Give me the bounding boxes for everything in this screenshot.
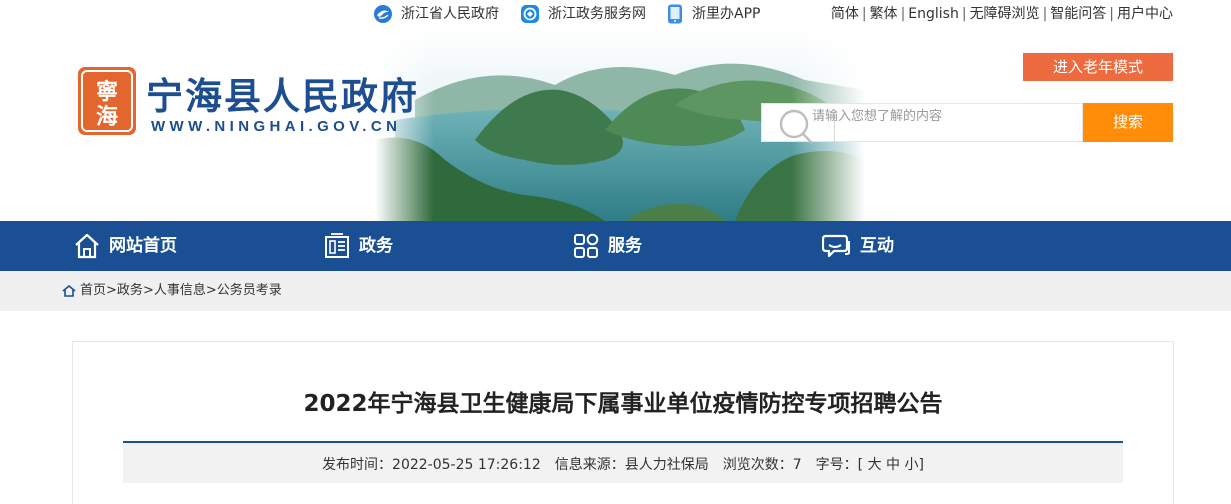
site-name-title: 宁海县人民政府	[146, 74, 419, 118]
article-panel: 2022年宁海县卫生健康局下属事业单位疫情防控专项招聘公告 发布时间：2022-…	[72, 341, 1174, 504]
breadcrumb-home[interactable]: 首页	[80, 283, 106, 298]
breadcrumb: 首页>政务>人事信息>公务员考录	[62, 281, 282, 302]
home-icon	[75, 233, 99, 259]
article-meta: 发布时间：2022-05-25 17:26:12 信息来源：县人力社保局 浏览次数：…	[123, 443, 1123, 483]
font-size-medium[interactable]: 中	[886, 457, 900, 473]
nav-item-service[interactable]: 服务	[572, 221, 642, 271]
breadcrumb-civil-servant-exam[interactable]: 公务员考录	[217, 283, 282, 298]
source-value: 县人力社保局	[624, 457, 709, 473]
chat-icon	[822, 234, 850, 258]
zhejiang-gov-icon	[374, 5, 392, 23]
svg-text:寧: 寧	[96, 79, 118, 105]
nav-item-home-label: 网站首页	[109, 236, 177, 256]
font-size-small[interactable]: 小	[904, 457, 918, 473]
nav-item-service-label: 服务	[608, 236, 642, 256]
util-separator: |	[961, 6, 967, 22]
breadcrumb-separator: >	[142, 283, 154, 298]
nav-item-interaction-label: 互动	[860, 236, 894, 256]
svg-text:海: 海	[96, 104, 118, 130]
publish-time-label: 发布时间：	[322, 457, 393, 473]
zj-service-icon	[521, 5, 539, 23]
nav-item-government[interactable]: 政务	[323, 221, 393, 271]
breadcrumb-personnel-info[interactable]: 人事信息	[154, 283, 206, 298]
font-size-label: 字号：	[815, 457, 858, 473]
util-smart-qa[interactable]: 智能问答	[1050, 6, 1106, 22]
search-icon	[779, 109, 813, 144]
link-zj-service[interactable]: 浙江政务服务网	[520, 3, 646, 25]
util-english[interactable]: English	[908, 6, 959, 22]
views-label: 浏览次数：	[722, 457, 793, 473]
breadcrumb-bar: 首页>政务>人事信息>公务员考录	[0, 271, 1231, 311]
font-size-large[interactable]: 大	[868, 457, 882, 473]
link-zhejiang-gov-label: 浙江省人民政府	[401, 6, 499, 22]
util-separator: |	[861, 6, 867, 22]
font-size-bracket-open: [	[857, 457, 864, 473]
util-user-center[interactable]: 用户中心	[1117, 6, 1173, 22]
search-input[interactable]	[812, 105, 1077, 127]
util-accessibility[interactable]: 无障碍浏览	[970, 6, 1040, 22]
source-label: 信息来源：	[554, 457, 625, 473]
link-zj-service-label: 浙江政务服务网	[548, 6, 646, 22]
util-separator: |	[900, 6, 906, 22]
nav-item-government-label: 政务	[359, 236, 393, 256]
nav-item-home[interactable]: 网站首页	[73, 221, 177, 271]
breadcrumb-government[interactable]: 政务	[117, 283, 143, 298]
link-zlb-app[interactable]: 浙里办APP	[666, 3, 760, 25]
font-size-bracket-close: ]	[918, 457, 924, 473]
util-traditional[interactable]: 繁体	[870, 6, 898, 22]
grid-icon	[574, 233, 599, 258]
document-icon	[325, 233, 349, 258]
views-count: 7	[792, 457, 802, 473]
search-button[interactable]: 搜索	[1083, 103, 1173, 142]
mobile-app-icon	[668, 4, 682, 24]
elder-mode-button[interactable]: 进入老年模式	[1023, 53, 1173, 81]
search-box	[761, 103, 1083, 144]
util-simplified[interactable]: 简体	[831, 6, 859, 22]
site-header: 寧 海 宁海县人民政府 WWW.NINGHAI.GOV.CN 进入老年模式 搜索	[0, 30, 1231, 221]
util-separator: |	[1042, 6, 1048, 22]
breadcrumb-separator: >	[205, 283, 217, 298]
breadcrumb-separator: >	[106, 283, 117, 298]
main-nav: 网站首页 政务 服务 互动	[0, 221, 1231, 271]
utility-links: 简体 | 繁体 | English | 无障碍浏览 | 智能问答 | 用户中心	[831, 3, 1173, 25]
ninghai-seal-logo: 寧 海	[78, 67, 136, 135]
link-zlb-app-label: 浙里办APP	[692, 6, 761, 22]
breadcrumb-home-icon	[62, 285, 76, 297]
nav-item-interaction[interactable]: 互动	[822, 221, 894, 271]
publish-time: 2022-05-25 17:26:12	[392, 457, 541, 473]
util-separator: |	[1109, 6, 1114, 22]
article-title: 2022年宁海县卫生健康局下属事业单位疫情防控专项招聘公告	[303, 391, 943, 417]
site-domain: WWW.NINGHAI.GOV.CN	[151, 118, 402, 135]
top-utility-bar: 浙江省人民政府 浙江政务服务网 浙里办APP 简体 | 繁体 | English | 无障碍…	[0, 0, 1231, 30]
link-zhejiang-gov[interactable]: 浙江省人民政府	[373, 3, 499, 25]
